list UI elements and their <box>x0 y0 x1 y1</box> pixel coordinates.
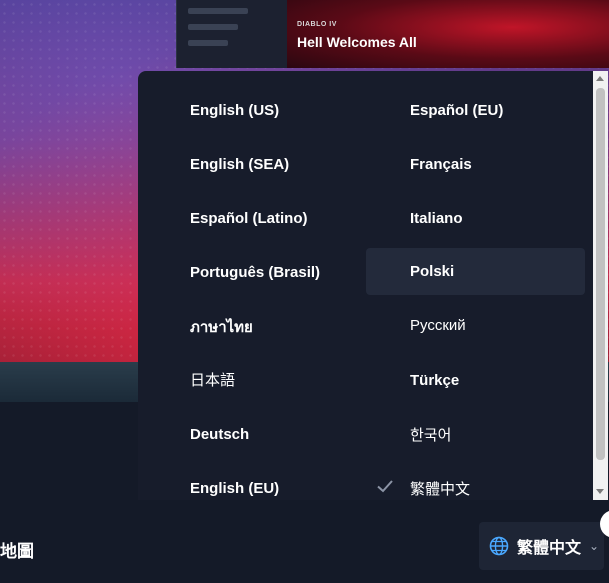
checkmark-icon <box>377 480 393 493</box>
language-option-italiano[interactable]: Italiano <box>366 195 585 242</box>
language-option-turkce[interactable]: Türkçe <box>366 357 585 404</box>
language-option-espanol-latino[interactable]: Español (Latino) <box>190 195 360 242</box>
language-option-english-eu[interactable]: English (EU) <box>190 465 360 500</box>
language-option-deutsch[interactable]: Deutsch <box>190 411 360 458</box>
language-button-label: 繁體中文 <box>517 540 582 557</box>
thumbnail-line <box>188 24 238 30</box>
promo-title: Hell Welcomes All <box>297 34 417 50</box>
language-selector-button[interactable]: 繁體中文 ⌄ <box>479 522 604 570</box>
language-option-francais[interactable]: Français <box>366 141 585 188</box>
language-option-polski[interactable]: Polski <box>366 248 585 295</box>
scrollbar-thumb[interactable] <box>596 88 605 460</box>
globe-icon <box>489 536 509 556</box>
language-option-espanol-eu[interactable]: Español (EU) <box>366 87 585 134</box>
language-option-korean[interactable]: 한국어 <box>366 411 585 458</box>
language-option-english-sea[interactable]: English (SEA) <box>190 141 360 188</box>
scroll-down-arrow-icon[interactable] <box>596 489 604 494</box>
footer-link-map[interactable]: 地圖 <box>0 537 34 562</box>
promo-kicker: DIABLO IV <box>297 21 337 28</box>
language-option-russian[interactable]: Русский <box>366 302 585 349</box>
language-dropdown: English (US) English (SEA) Español (Lati… <box>138 71 608 500</box>
chevron-down-icon: ⌄ <box>589 539 600 553</box>
scroll-up-arrow-icon[interactable] <box>596 76 604 81</box>
thumbnail-line <box>188 40 228 46</box>
thumbnail-line <box>188 8 248 14</box>
language-option-english-us[interactable]: English (US) <box>190 87 360 134</box>
language-option-portugues-brasil[interactable]: Português (Brasil) <box>190 249 360 296</box>
language-option-japanese[interactable]: 日本語 <box>190 356 360 403</box>
language-option-traditional-chinese[interactable]: 繁體中文 <box>366 465 585 500</box>
language-option-thai[interactable]: ภาษาไทย <box>190 303 360 350</box>
